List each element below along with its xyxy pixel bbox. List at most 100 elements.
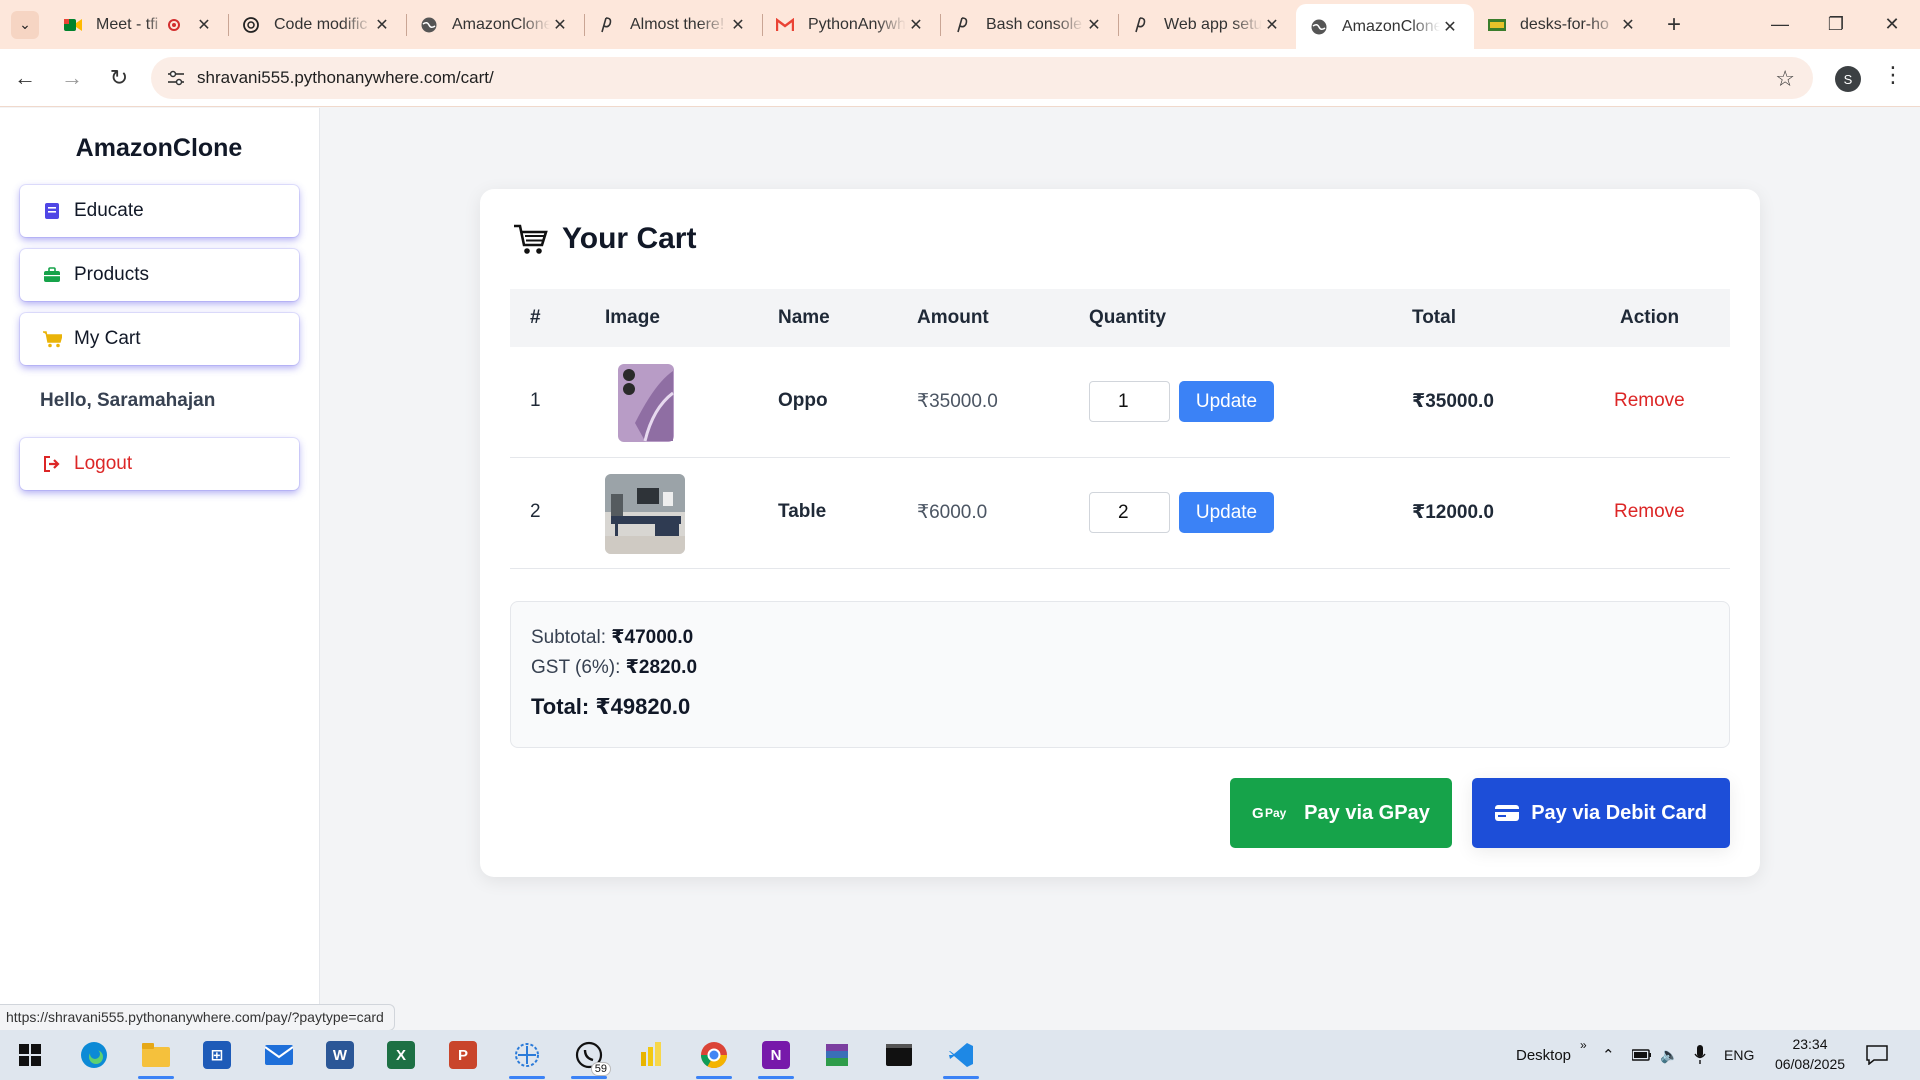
tab-desks[interactable]: desks-for-ho ✕ (1474, 0, 1652, 49)
toolbar-expand-icon[interactable]: » (1580, 1020, 1587, 1070)
product-image-phone (615, 363, 677, 443)
column-header: Image (605, 307, 660, 328)
tab-amazonclone[interactable]: AmazonClone ✕ (406, 0, 584, 49)
gst-label: GST (6%): (531, 657, 621, 678)
table-row: 1 Oppo ₹35000.0 Update ₹35000.0 Remove (510, 347, 1730, 458)
restore-button[interactable]: ❐ (1808, 0, 1864, 49)
tab-label: desks-for-ho (1520, 15, 1609, 33)
omnibox[interactable]: shravani555.pythonanywhere.com/cart/ ☆ (151, 57, 1813, 99)
close-icon[interactable]: ✕ (728, 15, 748, 35)
quantity-input[interactable] (1089, 492, 1170, 533)
sidebar-item-my-cart[interactable]: My Cart (20, 313, 299, 365)
gst-value: ₹2820.0 (625, 657, 698, 678)
tab-gmail[interactable]: PythonAnywh ✕ (762, 0, 940, 49)
remove-link[interactable]: Remove (1614, 501, 1685, 523)
chrome-icon[interactable] (688, 1030, 740, 1080)
terminal-icon[interactable] (873, 1030, 925, 1080)
battery-icon[interactable] (1632, 1030, 1652, 1080)
tab-label: AmazonClone (452, 15, 550, 33)
tab-search-button[interactable]: ⌄ (0, 0, 50, 49)
pythonanywhere-icon (954, 16, 972, 34)
tab-code-modification[interactable]: Code modific ✕ (228, 0, 406, 49)
excel-icon[interactable]: X (375, 1030, 427, 1080)
svg-text:Pay: Pay (1265, 806, 1287, 820)
onenote-icon[interactable]: N (750, 1030, 802, 1080)
vscode-icon[interactable] (935, 1030, 987, 1080)
volume-icon[interactable]: 🔈 (1660, 1030, 1679, 1080)
cart-heading: Your Cart (512, 221, 696, 257)
tab-strip: ⌄ Meet - tfi ✕ Code modific ✕ AmazonClon… (0, 0, 1920, 49)
tab-bash-console[interactable]: Bash console ✕ (940, 0, 1118, 49)
url-text[interactable]: shravani555.pythonanywhere.com/cart/ (197, 68, 494, 88)
bookmark-star-icon[interactable]: ☆ (1775, 66, 1795, 92)
book-icon (42, 201, 62, 221)
column-header: Action (1620, 307, 1680, 328)
close-icon[interactable]: ✕ (1084, 15, 1104, 35)
microphone-icon[interactable] (1694, 1030, 1706, 1080)
desktop-toolbar-label[interactable]: Desktop (1516, 1030, 1571, 1080)
close-icon[interactable]: ✕ (550, 15, 570, 35)
pythonanywhere-icon (1132, 16, 1150, 34)
sidebar-item-label: Educate (74, 200, 144, 221)
whatsapp-icon[interactable]: 59 (563, 1030, 615, 1080)
close-icon[interactable]: ✕ (1440, 17, 1460, 37)
row-index: 1 (530, 390, 541, 411)
notification-center-icon[interactable] (1866, 1030, 1888, 1080)
close-window-button[interactable]: ✕ (1864, 0, 1920, 49)
new-tab-button[interactable]: + (1652, 0, 1696, 49)
forward-button[interactable]: → (50, 56, 94, 100)
profile-avatar[interactable]: S (1835, 66, 1861, 92)
start-button[interactable] (4, 1030, 56, 1080)
show-hidden-icons-icon[interactable]: ⌃ (1602, 1030, 1615, 1080)
language-indicator[interactable]: ENG (1724, 1030, 1754, 1080)
winrar-icon[interactable] (811, 1030, 863, 1080)
store-icon[interactable]: ⊞ (191, 1030, 243, 1080)
tab-label: Almost there! (630, 15, 725, 33)
product-image-desk (605, 474, 685, 554)
svg-text:G: G (1252, 805, 1264, 822)
column-header: Name (778, 307, 830, 328)
remove-link[interactable]: Remove (1614, 390, 1685, 412)
close-icon[interactable]: ✕ (1618, 15, 1638, 35)
quantity-input[interactable] (1089, 381, 1170, 422)
word-icon[interactable]: W (314, 1030, 366, 1080)
update-button[interactable]: Update (1179, 492, 1274, 533)
pay-gpay-label: Pay via GPay (1304, 801, 1430, 824)
file-explorer-icon[interactable] (130, 1030, 182, 1080)
tab-web-app-setup[interactable]: Web app setu ✕ (1118, 0, 1296, 49)
reload-button[interactable]: ↻ (97, 56, 141, 100)
logout-button[interactable]: Logout (20, 438, 299, 490)
tab-label: Bash console (986, 15, 1083, 33)
sidebar-item-educate[interactable]: Educate (20, 185, 299, 237)
tab-label: Code modific (274, 15, 368, 33)
update-button[interactable]: Update (1179, 381, 1274, 422)
window-controls: — ❐ ✕ (1752, 0, 1920, 49)
tab-almost-there[interactable]: Almost there! ✕ (584, 0, 762, 49)
tab-amazonclone-active[interactable]: AmazonClone ✕ (1296, 4, 1474, 49)
close-icon[interactable]: ✕ (906, 15, 926, 35)
notification-badge: 59 (590, 1062, 611, 1076)
snipping-tool-icon[interactable] (501, 1030, 553, 1080)
cart-icon (42, 329, 62, 349)
pay-debit-card-button[interactable]: Pay via Debit Card (1472, 778, 1730, 848)
total-value: ₹49820.0 (595, 694, 691, 719)
minimize-button[interactable]: — (1752, 0, 1808, 49)
powerpoint-icon[interactable]: P (437, 1030, 489, 1080)
sidebar-item-label: Products (74, 264, 149, 285)
tab-meet[interactable]: Meet - tfi ✕ (50, 0, 228, 49)
close-icon[interactable]: ✕ (1262, 15, 1282, 35)
close-icon[interactable]: ✕ (194, 15, 214, 35)
clock[interactable]: 23:34 06/08/2025 (1770, 1034, 1850, 1074)
chatgpt-icon (242, 16, 260, 34)
gst-line: GST (6%): ₹2820.0 (531, 656, 697, 679)
sidebar-item-products[interactable]: Products (20, 249, 299, 301)
pay-gpay-button[interactable]: G Pay Pay via GPay (1230, 778, 1452, 848)
close-icon[interactable]: ✕ (372, 15, 392, 35)
taskbar: ⊞ W X P 59 N Desktop » ⌃ 🔈 ENG 23:34 06/… (0, 1030, 1920, 1080)
edge-icon[interactable] (68, 1030, 120, 1080)
site-settings-icon[interactable] (165, 67, 187, 89)
power-bi-icon[interactable] (625, 1030, 677, 1080)
browser-menu-icon[interactable]: ⋮ (1882, 62, 1904, 88)
mail-icon[interactable] (253, 1030, 305, 1080)
back-button[interactable]: ← (3, 56, 47, 100)
